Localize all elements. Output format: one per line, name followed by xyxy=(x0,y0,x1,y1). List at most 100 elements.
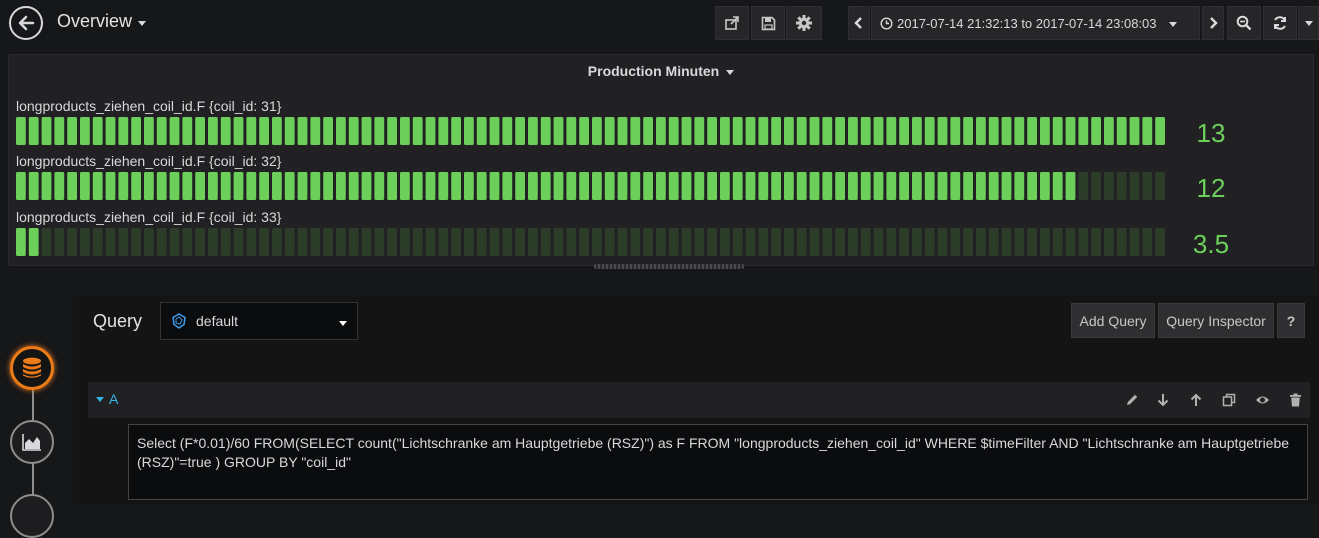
gauge-segment-unlit xyxy=(643,228,653,256)
gauge-segment-unlit xyxy=(630,228,641,256)
gauge-segment-unlit xyxy=(950,228,961,256)
gauge-segment-lit xyxy=(822,117,833,145)
gauge-segment-lit xyxy=(323,117,333,145)
time-shift-back-button[interactable] xyxy=(848,6,870,40)
gauge-segment-lit xyxy=(771,172,781,200)
gauge-segment-lit xyxy=(438,117,449,145)
gauge-segment-lit xyxy=(169,117,180,145)
share-button[interactable] xyxy=(715,6,749,40)
gauge-segment-lit xyxy=(310,117,321,145)
gauge-segment-lit xyxy=(809,117,820,145)
refresh-interval-dropdown[interactable] xyxy=(1298,6,1319,40)
gauge-segment-lit xyxy=(579,172,589,200)
panel-title[interactable]: Production Minuten xyxy=(9,63,1313,79)
gauge-segment-lit xyxy=(425,117,436,145)
panel-resize-handle[interactable] xyxy=(594,264,744,269)
gauge-segment-unlit xyxy=(438,228,449,256)
gauge-segment-lit xyxy=(1104,117,1114,145)
gauge-segment-lit xyxy=(1027,172,1037,200)
gauge-segment-lit xyxy=(720,117,730,145)
gauge-segment-unlit xyxy=(246,228,257,256)
gauge-segment-lit xyxy=(92,117,103,145)
gauge-segment-lit xyxy=(1027,117,1037,145)
delete-query-button[interactable] xyxy=(1287,392,1303,408)
gauge-segment-unlit xyxy=(144,228,154,256)
dashboard-title[interactable]: Overview xyxy=(57,11,147,32)
gauge-segment-lit xyxy=(1001,117,1012,145)
gauge-segment-unlit xyxy=(182,228,193,256)
gauge-segment-lit xyxy=(16,172,26,200)
help-button[interactable]: ? xyxy=(1277,303,1305,338)
gauge-segment-unlit xyxy=(835,228,845,256)
query-textarea[interactable]: Select (F*0.01)/60 FROM(SELECT count("Li… xyxy=(128,424,1308,500)
time-range-picker[interactable]: 2017-07-14 21:32:13 to 2017-07-14 23:08:… xyxy=(871,6,1200,40)
gauge-segment-unlit xyxy=(233,228,244,256)
gauge-segment-lit xyxy=(1065,117,1076,145)
zoom-out-button[interactable] xyxy=(1227,6,1261,40)
gauge-segment-unlit xyxy=(208,228,218,256)
settings-button[interactable] xyxy=(786,6,822,40)
gauge-segment-lit xyxy=(41,172,52,200)
pencil-icon xyxy=(1127,394,1138,405)
gauge-segment-lit xyxy=(412,172,423,200)
add-query-button[interactable]: Add Query xyxy=(1071,303,1155,338)
datasource-select[interactable]: default xyxy=(160,302,358,340)
duplicate-query-button[interactable] xyxy=(1221,392,1237,408)
gauge-segment-lit xyxy=(182,172,193,200)
gauge-segment-unlit xyxy=(336,228,346,256)
gauge-segment-unlit xyxy=(476,228,487,256)
gauge-bar xyxy=(16,172,1168,200)
gauge-segment-lit xyxy=(361,172,372,200)
gauge-segment-lit xyxy=(604,172,615,200)
gauge-segment-unlit xyxy=(297,228,308,256)
gauge-segment-unlit xyxy=(592,228,602,256)
visualization-tab[interactable] xyxy=(10,420,54,464)
gauge-segment-lit xyxy=(476,172,487,200)
general-tab[interactable] xyxy=(10,494,54,538)
gauge-segment-lit xyxy=(348,117,359,145)
gauge-segment-unlit xyxy=(912,228,922,256)
gauge-segment-lit xyxy=(80,172,90,200)
gauge-segment-lit xyxy=(886,117,897,145)
series-label: longproducts_ziehen_coil_id.F {coil_id: … xyxy=(16,98,282,114)
toggle-query-visibility-button[interactable] xyxy=(1254,392,1270,408)
gauge-segment-unlit xyxy=(1104,228,1114,256)
gauge-segment-lit xyxy=(464,117,474,145)
move-query-down-button[interactable] xyxy=(1155,392,1171,408)
eye-icon xyxy=(1255,396,1269,404)
gauge-segment-lit xyxy=(707,117,717,145)
gauge-segment-lit xyxy=(937,117,948,145)
query-inspector-button[interactable]: Query Inspector xyxy=(1158,303,1274,338)
queries-tab[interactable] xyxy=(10,346,54,390)
back-button[interactable] xyxy=(9,6,43,40)
gauge-segment-lit xyxy=(387,117,397,145)
chevron-down-icon xyxy=(1304,20,1313,26)
gauge-segment-lit xyxy=(400,117,410,145)
gauge-segment-unlit xyxy=(1091,228,1101,256)
gauge-segment-lit xyxy=(1091,117,1101,145)
gauge-segment-lit xyxy=(131,172,141,200)
gauge-segment-unlit xyxy=(67,228,77,256)
gauge-segment-lit xyxy=(860,117,871,145)
chevron-down-icon xyxy=(339,321,347,326)
gauge-row: longproducts_ziehen_coil_id.F {coil_id: … xyxy=(16,152,1306,203)
move-query-up-button[interactable] xyxy=(1188,392,1204,408)
gauge-segment-lit xyxy=(720,172,730,200)
clock-icon xyxy=(880,16,893,30)
edit-query-button[interactable] xyxy=(1124,392,1140,408)
gauge-segment-unlit xyxy=(1065,228,1076,256)
gauge-segment-lit xyxy=(105,117,116,145)
gauge-segment-lit xyxy=(566,172,577,200)
gauge-segment-lit xyxy=(515,117,525,145)
gauge-segment-lit xyxy=(464,172,474,200)
refresh-button[interactable] xyxy=(1263,6,1297,40)
save-button[interactable] xyxy=(751,6,785,40)
gauge-segment-lit xyxy=(784,172,794,200)
gauge-segment-lit xyxy=(348,172,359,200)
time-shift-forward-button[interactable] xyxy=(1202,6,1224,40)
gauge-segment-unlit xyxy=(387,228,397,256)
gauge-segment-lit xyxy=(899,172,909,200)
gauge-segment-lit xyxy=(758,117,769,145)
gauge-segment-lit xyxy=(67,117,77,145)
query-ref-id-toggle[interactable]: A xyxy=(96,391,118,407)
